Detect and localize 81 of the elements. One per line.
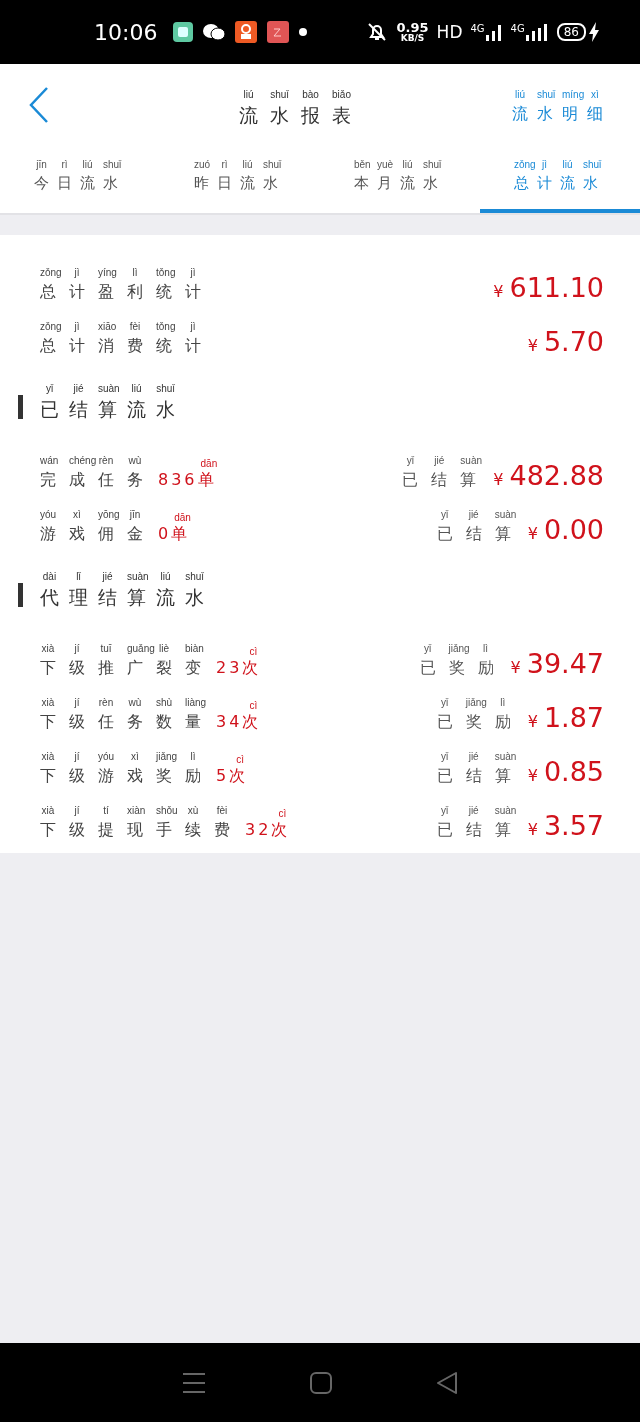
section-title: 代理结算流水 [40, 586, 214, 609]
signal-icon [484, 23, 503, 41]
speed-unit: KB/S [400, 34, 425, 43]
section-title: 已结算流水 [40, 398, 185, 421]
pinyin-text: liú shuǐ bào biǎo [242, 88, 352, 102]
status-label: 已结算 [436, 765, 524, 785]
tab[interactable]: zǒng jì liú shuǐ 总计流水 [480, 145, 640, 213]
row-label: 下级推广裂变 [40, 657, 214, 677]
amount: ¥ 3.57 [527, 812, 604, 839]
charging-icon [588, 22, 600, 42]
amount: ¥ 611.10 [493, 274, 604, 301]
pinyin-text: yǐ jié suàn [440, 508, 518, 522]
chat-icon[interactable] [203, 23, 226, 41]
pinyin-text: xià jí tí xiàn shǒu xù fèi [40, 804, 229, 818]
pinyin-text: yǐ jié suàn [405, 454, 483, 468]
tab[interactable]: běn yuè liú shuǐ 本月流水 [320, 145, 480, 213]
pinyin-text: yǐ jiǎng lì [440, 696, 507, 710]
details-link[interactable]: liú shuǐ míng xì 流水明细 [512, 85, 612, 124]
page-title: 流水报表 [239, 103, 363, 127]
pinyin-text: wán chéng rèn wù [40, 454, 143, 468]
section-marker [18, 583, 23, 607]
count: 5次 [216, 765, 249, 785]
pinyin-text: cì [277, 807, 288, 820]
row-label: 下级提现手续费 [40, 819, 243, 839]
signal-icon [524, 23, 549, 41]
status-label: 已结算 [436, 819, 524, 839]
pinyin-text: yǐ jié suàn [440, 750, 518, 764]
back-icon[interactable] [436, 1370, 458, 1395]
total-label: 总计盈利统计 [40, 281, 214, 301]
amount: ¥ 0.85 [527, 758, 604, 785]
pinyin-text: dài lǐ jié suàn liú shuǐ [41, 571, 205, 585]
pinyin-text: dān [200, 457, 217, 470]
amount: ¥ 1.87 [527, 704, 604, 731]
total-label: 总计消费统计 [40, 335, 214, 355]
pinyin-text: xià jí rèn wù shù liàng [40, 696, 208, 710]
tab[interactable]: jīn rì liú shuǐ 今日流水 [0, 145, 160, 213]
amount: ¥ 39.47 [510, 650, 604, 677]
pinyin-text: zǒng jì xiāo fèi tǒng jì [40, 320, 197, 334]
app-icon[interactable] [235, 21, 258, 43]
pinyin-text: xià jí yóu xì jiǎng lì [40, 750, 197, 764]
pinyin-text: yǐ jié suàn liú shuǐ [44, 383, 176, 397]
count: 23次 [216, 657, 262, 677]
pinyin-text: cì [235, 753, 246, 766]
count: 836单 [158, 469, 217, 489]
network-label: 4G [510, 23, 525, 34]
back-icon[interactable] [28, 85, 50, 124]
row-label: 完成任务 [40, 469, 156, 489]
amount: ¥ 0.00 [527, 516, 604, 543]
battery-level: 86 [556, 23, 586, 41]
status-label: 已奖励 [419, 657, 507, 677]
app-icon[interactable] [173, 22, 194, 42]
pinyin-text: xià jí tuī guǎng liè biàn [40, 642, 205, 656]
count: 34次 [216, 711, 262, 731]
network-speed: 0.95 [396, 21, 429, 34]
pinyin-text: zǒng jì yíng lì tǒng jì [40, 266, 197, 280]
count: 32次 [245, 819, 291, 839]
status-label: 已奖励 [436, 711, 524, 731]
clock: 10:06 [94, 19, 158, 45]
row-label: 游戏佣金 [40, 523, 156, 543]
pinyin-text: dān [174, 511, 191, 524]
menu-icon[interactable] [182, 1371, 206, 1394]
bell-off-icon [366, 22, 387, 42]
count: 0单 [158, 523, 191, 543]
tab[interactable]: zuó rì liú shuǐ 昨日流水 [160, 145, 320, 213]
home-icon[interactable] [310, 1371, 332, 1394]
amount: ¥ 482.88 [493, 462, 604, 489]
pinyin-text: yóu xì yōng jīn [40, 508, 142, 522]
dot-icon [299, 28, 308, 36]
pinyin-text: yǐ jié suàn [440, 804, 518, 818]
app-icon[interactable] [267, 21, 290, 43]
pinyin-text: cì [248, 645, 259, 658]
pinyin-text: yǐ jiǎng lì [422, 642, 489, 656]
pinyin-text: cì [248, 699, 259, 712]
status-label: 已结算 [436, 523, 524, 543]
hd-label: HD [436, 22, 463, 42]
amount: ¥ 5.70 [527, 328, 604, 355]
status-label: 已结算 [402, 469, 490, 489]
row-label: 下级游戏奖励 [40, 765, 214, 785]
row-label: 下级任务数量 [40, 711, 214, 731]
section-marker [18, 395, 23, 419]
network-label: 4G [470, 23, 485, 34]
